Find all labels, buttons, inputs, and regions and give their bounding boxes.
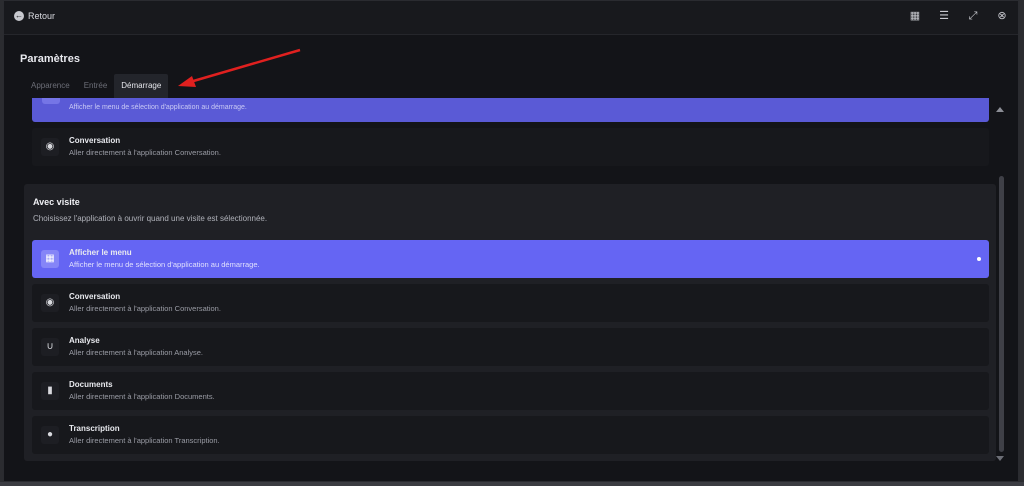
chat-icon: ◉: [41, 294, 59, 312]
settings-window: ← Retour ▦ ☰ ⤢ ⊗ Paramètres Apparence En…: [3, 0, 1019, 482]
microphone-icon: ●: [41, 426, 59, 444]
taskbar-strip: [0, 482, 1024, 486]
tab-demarrage[interactable]: Démarrage: [114, 74, 169, 98]
option-afficher-menu-partial[interactable]: Afficher le menu de sélection d'applicat…: [32, 98, 989, 122]
window-controls: ▦ ☰ ⤢ ⊗: [909, 10, 1008, 22]
option-desc: Aller directement à l'application Analys…: [69, 348, 204, 357]
option-desc: Aller directement à l'application Conver…: [69, 148, 221, 157]
option-name: Transcription: [69, 424, 120, 433]
grid-icon: [42, 98, 60, 104]
arrow-left-icon: ←: [14, 11, 24, 21]
grid-icon: ▦: [41, 250, 59, 268]
back-button[interactable]: ← Retour: [14, 11, 55, 21]
document-icon: ▮: [41, 382, 59, 400]
menu-icon[interactable]: ☰: [938, 10, 950, 22]
option-desc: Aller directement à l'application Conver…: [69, 304, 221, 313]
option-name: Afficher le menu: [69, 248, 132, 257]
option-name: Conversation: [69, 292, 121, 301]
option-desc: Aller directement à l'application Transc…: [69, 436, 220, 445]
page-title: Paramètres: [20, 53, 80, 65]
option-analyse[interactable]: ∪ Analyse Aller directement à l'applicat…: [32, 328, 989, 366]
chat-icon: ◉: [41, 138, 59, 156]
scrollbar-thumb[interactable]: [999, 176, 1004, 452]
option-desc: Aller directement à l'application Docume…: [69, 392, 215, 401]
section-title: Avec visite: [33, 197, 80, 207]
selected-indicator: [977, 257, 981, 261]
back-label: Retour: [28, 11, 56, 21]
section-subtitle: Choisissez l'application à ouvrir quand …: [33, 214, 268, 223]
option-name: Analyse: [69, 336, 100, 345]
stethoscope-icon: ∪: [41, 338, 59, 356]
annotation-arrow: [178, 48, 301, 87]
scroll-up-arrow[interactable]: [996, 107, 1004, 112]
option-name: Documents: [69, 380, 113, 389]
option-desc: Afficher le menu de sélection d'applicat…: [69, 260, 260, 269]
option-desc: Afficher le menu de sélection d'applicat…: [69, 104, 247, 111]
shrink-icon[interactable]: ⤢: [967, 10, 979, 22]
close-circle-icon[interactable]: ⊗: [996, 10, 1008, 22]
option-documents[interactable]: ▮ Documents Aller directement à l'applic…: [32, 372, 989, 410]
settings-tabs: Apparence Entrée Démarrage: [24, 74, 169, 98]
option-afficher-menu[interactable]: ▦ Afficher le menu Afficher le menu de s…: [32, 240, 989, 278]
top-bar: ← Retour ▦ ☰ ⤢ ⊗: [4, 1, 1018, 35]
option-name: Conversation: [69, 136, 121, 145]
option-conversation-upper[interactable]: ◉ Conversation Aller directement à l'app…: [32, 128, 989, 166]
grid-icon[interactable]: ▦: [909, 10, 921, 22]
scroll-down-arrow[interactable]: [996, 456, 1004, 461]
tab-apparence[interactable]: Apparence: [24, 74, 77, 98]
tab-entree[interactable]: Entrée: [77, 74, 115, 98]
option-transcription[interactable]: ● Transcription Aller directement à l'ap…: [32, 416, 989, 454]
option-conversation[interactable]: ◉ Conversation Aller directement à l'app…: [32, 284, 989, 322]
